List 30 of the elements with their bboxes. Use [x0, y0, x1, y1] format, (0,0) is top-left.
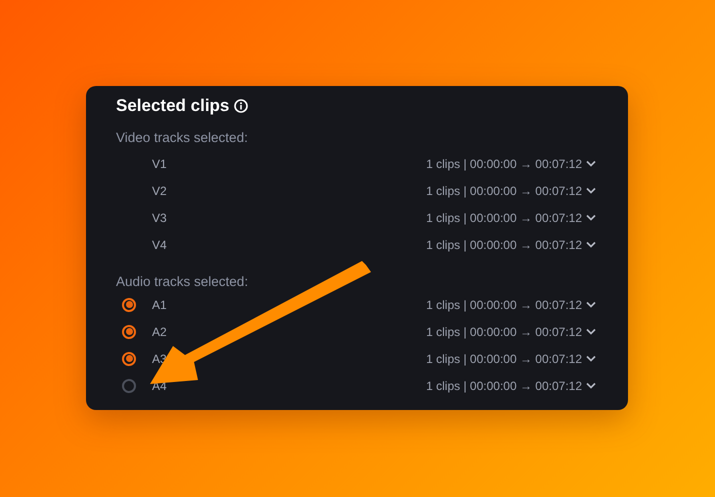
clip-summary: 1 clips | 00:00:00 → 00:07:12 [426, 378, 582, 392]
clip-summary: 1 clips | 00:00:00 → 00:07:12 [426, 210, 582, 224]
track-label: V1 [152, 156, 167, 170]
radio-button[interactable] [122, 378, 136, 392]
chevron-down-icon[interactable] [586, 382, 596, 389]
track-label: V3 [152, 210, 167, 224]
clip-summary: 1 clips | 00:00:00 → 00:07:12 [426, 238, 582, 252]
panel-title: Selected clips [116, 96, 230, 116]
chevron-down-icon[interactable] [586, 328, 596, 335]
track-label: V2 [152, 184, 167, 198]
info-icon[interactable] [234, 99, 248, 113]
clip-summary: 1 clips | 00:00:00 → 00:07:12 [426, 324, 582, 338]
chevron-down-icon[interactable] [586, 187, 596, 194]
clip-summary: 1 clips | 00:00:00 → 00:07:12 [426, 184, 582, 198]
chevron-down-icon[interactable] [586, 214, 596, 221]
section-heading: Audio tracks selected: [116, 274, 250, 289]
section-heading: Video tracks selected: [116, 130, 249, 145]
radio-button[interactable] [122, 324, 136, 338]
chevron-down-icon[interactable] [586, 301, 596, 308]
track-label: A2 [152, 324, 167, 338]
chevron-down-icon[interactable] [586, 355, 596, 362]
chevron-down-icon[interactable] [586, 241, 596, 248]
clip-summary: 1 clips | 00:00:00 → 00:07:12 [426, 156, 582, 170]
radio-button[interactable] [122, 298, 136, 312]
clip-summary: 1 clips | 00:00:00 → 00:07:12 [426, 352, 582, 366]
radio-button[interactable] [122, 352, 136, 366]
chevron-down-icon[interactable] [586, 160, 596, 167]
track-label: A1 [152, 298, 167, 312]
clip-summary: 1 clips | 00:00:00 → 00:07:12 [426, 298, 582, 312]
track-label: V4 [152, 238, 167, 252]
